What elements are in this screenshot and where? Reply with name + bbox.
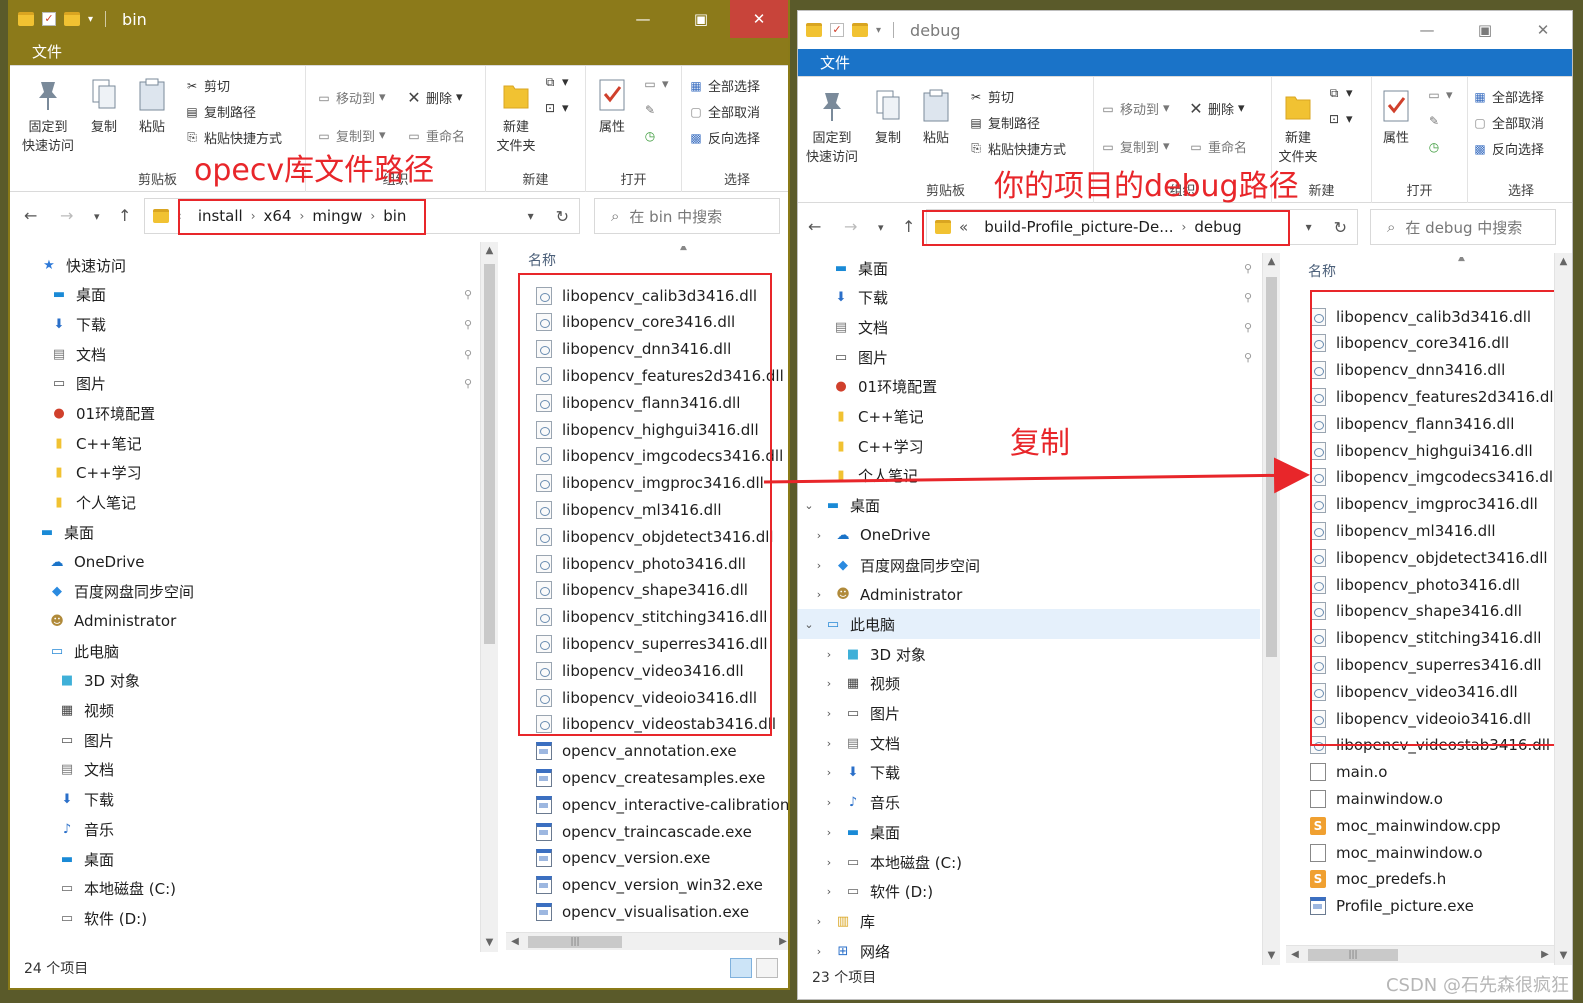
annotation-copy: 复制: [1010, 426, 1070, 461]
watermark: CSDN @石先森很疯狂: [1385, 975, 1569, 996]
copy-arrow: [763, 457, 1310, 494]
copy-arrow-overlay: [763, 457, 1310, 494]
